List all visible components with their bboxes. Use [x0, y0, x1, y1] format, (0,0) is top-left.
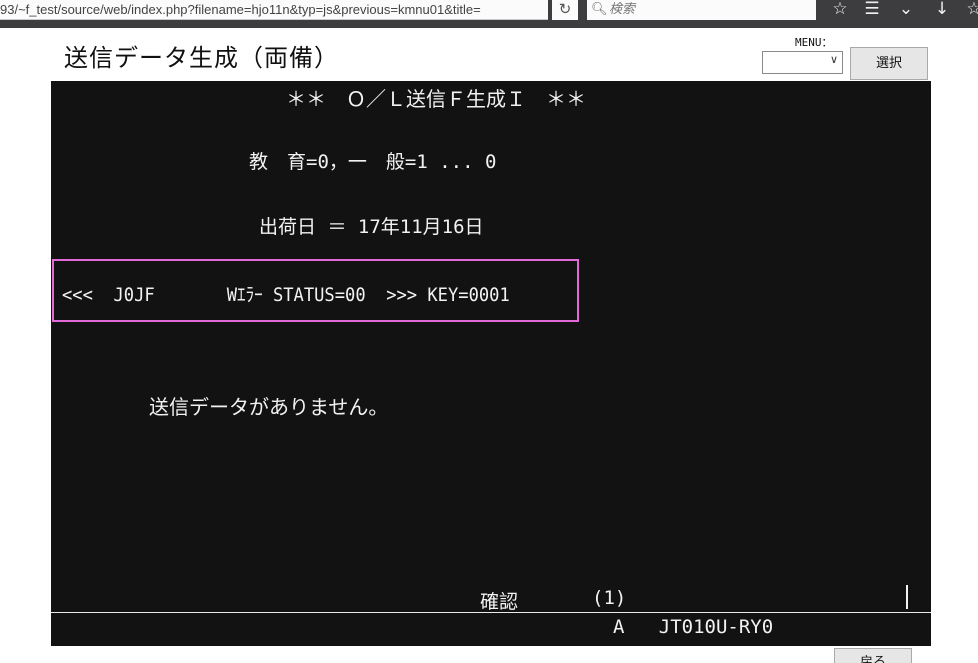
program-id: A JT010U-RY0 — [613, 616, 774, 638]
terminal-heading: ＊＊ Ｏ／Ｌ送信Ｆ生成Ｉ ＊＊ — [286, 87, 586, 111]
back-button[interactable]: 戻る — [834, 648, 912, 663]
address-bar-url: 93/~f_test/source/web/index.php?filename… — [0, 2, 481, 17]
confirm-label: 確認 — [480, 591, 519, 612]
pocket-icon[interactable]: ⌄ — [894, 0, 918, 20]
browser-toolbar: 93/~f_test/source/web/index.php?filename… — [0, 0, 978, 28]
menu-label: MENU： — [795, 36, 833, 49]
terminal-ship-date: 出荷日 ＝ 17年11月16日 — [259, 216, 484, 238]
reload-icon[interactable]: ↻ — [552, 0, 578, 20]
search-icon: 🔍︎ — [591, 2, 608, 17]
chevron-down-icon: ∨ — [829, 53, 838, 66]
download-icon[interactable]: ↓ — [930, 0, 954, 20]
terminal-screen[interactable]: ＊＊ Ｏ／Ｌ送信Ｆ生成Ｉ ＊＊ 教 育=0，一 般=1 ... 0 出荷日 ＝ … — [51, 81, 931, 612]
terminal-message: 送信データがありません。 — [149, 395, 389, 419]
overflow-icon[interactable]: ☆ — [962, 0, 978, 20]
page-title: 送信データ生成（両備） — [64, 44, 339, 72]
terminal-status-row: A JT010U-RY0 — [51, 612, 931, 646]
search-placeholder: 検索 — [609, 2, 636, 17]
text-cursor — [906, 585, 908, 609]
menu-select[interactable]: ∨ — [762, 51, 843, 74]
search-input[interactable]: 🔍︎ 検索 — [587, 0, 816, 20]
address-bar[interactable]: 93/~f_test/source/web/index.php?filename… — [0, 0, 548, 20]
terminal-type-line: 教 育=0，一 般=1 ... 0 — [249, 151, 497, 173]
confirm-input[interactable]: (1) — [592, 587, 626, 609]
terminal-status-line: <<< J0JF Wｴﾗｰ STATUS=00 >>> KEY=0001 — [62, 284, 510, 306]
bookmark-star-icon[interactable]: ☆ — [828, 0, 852, 20]
select-button[interactable]: 選択 — [850, 47, 928, 80]
reading-list-icon[interactable]: ☰ — [860, 0, 884, 20]
